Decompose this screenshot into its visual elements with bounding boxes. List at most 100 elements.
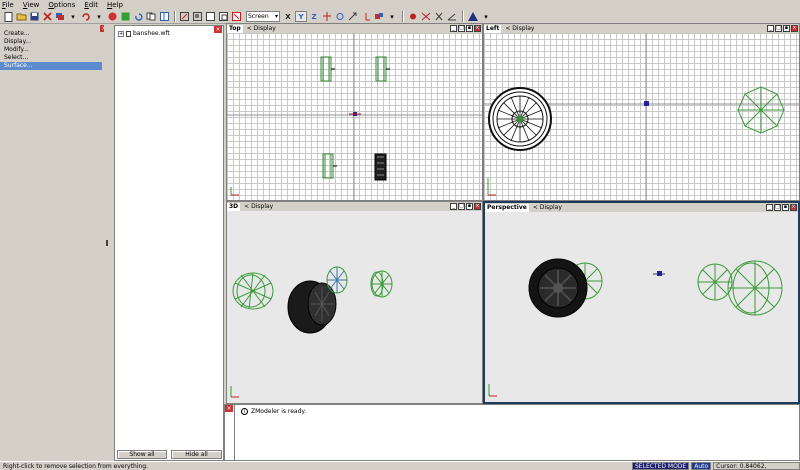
- select-all-icon[interactable]: [218, 11, 230, 22]
- status-bar: Right-click to remove selection from eve…: [0, 461, 800, 470]
- close-icon[interactable]: ×: [225, 405, 233, 412]
- restore-icon[interactable]: □: [458, 203, 465, 210]
- minimize-icon[interactable]: _: [450, 25, 457, 32]
- render-icon[interactable]: [119, 11, 131, 22]
- refresh-icon[interactable]: [132, 11, 144, 22]
- save-icon[interactable]: [28, 11, 40, 22]
- pivot-icon[interactable]: [433, 11, 445, 22]
- undo-icon[interactable]: [80, 11, 92, 22]
- wheel-persp-wireframe-right-2: [727, 260, 783, 316]
- command-surface[interactable]: Surface...: [0, 62, 102, 70]
- mode-indicator[interactable]: SELECTED MODE: [632, 462, 690, 470]
- viewport-title: Perspective: [485, 203, 529, 212]
- menu-view[interactable]: View: [23, 1, 40, 9]
- select-frame-icon[interactable]: [179, 11, 191, 22]
- minimize-icon[interactable]: _: [766, 204, 773, 211]
- wheel-3d-wireframe-mid: [326, 266, 348, 294]
- top-view-scene: [227, 33, 482, 200]
- maximize-icon[interactable]: ▪: [466, 203, 473, 210]
- new-file-icon[interactable]: [2, 11, 14, 22]
- log-panel: × i ZModeler is ready.: [224, 404, 800, 461]
- delete-icon[interactable]: [41, 11, 53, 22]
- command-display[interactable]: Display...: [0, 38, 104, 46]
- dropdown-arrow-icon[interactable]: ▾: [386, 11, 398, 22]
- viewport-perspective[interactable]: Perspective < Display _ □ ▪ ×: [483, 201, 800, 404]
- perspective-view-scene: [488, 258, 783, 397]
- rotate-icon[interactable]: [334, 11, 346, 22]
- minimize-icon[interactable]: _: [450, 203, 457, 210]
- restore-icon[interactable]: □: [775, 25, 782, 32]
- select-mode-icon[interactable]: [192, 11, 204, 22]
- object-tree-panel: × + banshee.wft Show all Hide all: [114, 25, 224, 461]
- splitter-grip[interactable]: [106, 240, 108, 246]
- maximize-icon[interactable]: ▪: [466, 25, 473, 32]
- axis-gizmo: [230, 187, 239, 196]
- panel-icon[interactable]: [158, 11, 170, 22]
- display-menu[interactable]: < Display: [505, 25, 534, 32]
- close-icon[interactable]: ×: [791, 25, 798, 32]
- show-all-button[interactable]: Show all: [117, 450, 167, 459]
- stop-icon[interactable]: [106, 11, 118, 22]
- viewport-left[interactable]: Left < Display _ □ ▪ ×: [483, 23, 800, 201]
- viewport-canvas[interactable]: [227, 33, 482, 200]
- 3d-view-scene: [230, 266, 393, 398]
- axis-arrows-icon[interactable]: [360, 11, 372, 22]
- log-entry: i ZModeler is ready.: [241, 408, 306, 415]
- render-mode-icon[interactable]: [467, 11, 479, 22]
- close-icon[interactable]: ×: [474, 25, 481, 32]
- open-folder-icon[interactable]: [15, 11, 27, 22]
- minimize-icon[interactable]: _: [767, 25, 774, 32]
- display-menu[interactable]: < Display: [533, 204, 562, 211]
- wheel-side-detailed: [488, 87, 552, 151]
- dropdown-arrow-icon[interactable]: ▾: [67, 11, 79, 22]
- maximize-icon[interactable]: ▪: [783, 25, 790, 32]
- command-select[interactable]: Select...: [0, 54, 104, 62]
- dropdown-arrow-icon[interactable]: ▾: [93, 11, 105, 22]
- viewport-canvas[interactable]: [227, 211, 482, 403]
- menu-edit[interactable]: Edit: [84, 1, 98, 9]
- restore-icon[interactable]: □: [458, 25, 465, 32]
- maximize-icon[interactable]: ▪: [782, 204, 789, 211]
- copy-icon[interactable]: [145, 11, 157, 22]
- wheel-top-rear-right: [374, 153, 387, 181]
- command-create[interactable]: Create...: [0, 30, 104, 38]
- layers-icon[interactable]: [54, 11, 66, 22]
- close-icon[interactable]: ×: [214, 26, 222, 33]
- axis-z-toggle[interactable]: Z: [308, 11, 320, 22]
- viewport-canvas[interactable]: [484, 33, 799, 200]
- tree-item-root[interactable]: + banshee.wft: [118, 30, 170, 37]
- axis-x-toggle[interactable]: X: [282, 11, 294, 22]
- auto-toggle[interactable]: Auto: [691, 462, 712, 470]
- link-icon[interactable]: [420, 11, 432, 22]
- select-invert-icon[interactable]: [231, 11, 243, 22]
- display-menu[interactable]: < Display: [247, 25, 276, 32]
- menu-file[interactable]: File: [2, 1, 14, 9]
- snap-icon[interactable]: [373, 11, 385, 22]
- light-icon[interactable]: [407, 11, 419, 22]
- wheel-top-front-right: [375, 56, 390, 82]
- wheel-3d-wireframe-right: [370, 270, 393, 298]
- hide-all-button[interactable]: Hide all: [171, 450, 222, 459]
- scale-icon[interactable]: [347, 11, 359, 22]
- angle-icon[interactable]: [446, 11, 458, 22]
- select-box-icon[interactable]: [205, 11, 217, 22]
- viewport-top[interactable]: Top < Display _ □ ▪ ×: [226, 23, 483, 201]
- expand-icon[interactable]: +: [118, 30, 124, 37]
- menu-options[interactable]: Options: [48, 1, 75, 9]
- command-modify[interactable]: Modify...: [0, 46, 104, 54]
- menu-bar: File View Options Edit Help: [0, 0, 800, 10]
- wheel-top-front-left: [320, 56, 335, 82]
- close-icon[interactable]: ×: [790, 204, 797, 211]
- dropdown-arrow-icon[interactable]: ▾: [480, 11, 492, 22]
- units-select[interactable]: Screen ▾: [246, 11, 280, 22]
- display-menu[interactable]: < Display: [244, 203, 273, 210]
- viewport-canvas[interactable]: [485, 212, 798, 402]
- axis-y-toggle[interactable]: Y: [295, 11, 307, 22]
- menu-help[interactable]: Help: [107, 1, 123, 9]
- move-icon[interactable]: [321, 11, 333, 22]
- close-icon[interactable]: ×: [474, 203, 481, 210]
- wheel-persp-solid: [528, 258, 588, 318]
- viewport-3d[interactable]: 3D < Display _ □ ▪ ×: [226, 201, 483, 404]
- axis-gizmo: [487, 178, 496, 196]
- restore-icon[interactable]: □: [774, 204, 781, 211]
